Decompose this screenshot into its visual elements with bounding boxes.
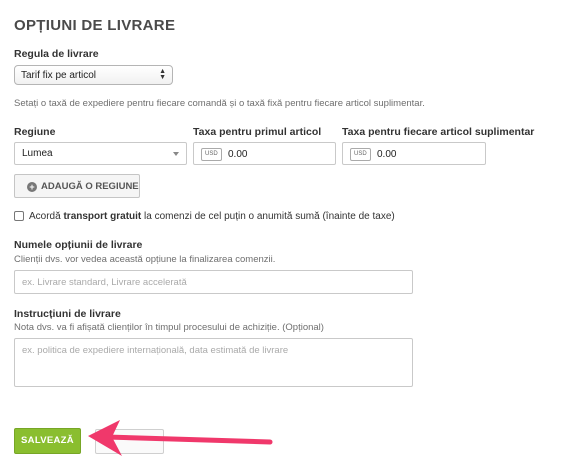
add-region-label: ADAUGĂ O REGIUNE	[41, 181, 139, 192]
instructions-placeholder: ex. politica de expediere internațională…	[22, 345, 289, 356]
currency-badge: USD	[201, 148, 222, 161]
option-name-label: Numele opțiunii de livrare	[14, 239, 143, 251]
option-name-input[interactable]: ex. Livrare standard, Livrare accelerată	[14, 270, 413, 294]
shipping-rule-value: Tarif fix pe articol	[21, 70, 97, 81]
plus-circle-icon: +	[27, 182, 37, 192]
option-name-placeholder: ex. Livrare standard, Livrare accelerată	[22, 277, 187, 288]
additional-item-rate-input[interactable]: USD 0.00	[342, 142, 486, 165]
first-item-rate-value: 0.00	[228, 149, 248, 160]
region-select[interactable]: Lumea	[14, 142, 187, 165]
instructions-textarea[interactable]: ex. politica de expediere internațională…	[14, 338, 413, 387]
instructions-help: Nota dvs. va fi afișată clienților în ti…	[14, 322, 324, 333]
free-shipping-checkbox[interactable]	[14, 211, 24, 221]
chevron-down-icon	[173, 152, 179, 156]
region-value: Lumea	[22, 148, 53, 159]
additional-item-rate-label: Taxa pentru fiecare articol suplimentar	[342, 126, 535, 138]
shipping-rule-select[interactable]: Tarif fix pe articol ▲ ▼	[14, 65, 173, 85]
shipping-rule-label: Regula de livrare	[14, 48, 99, 60]
currency-badge: USD	[350, 148, 371, 161]
additional-item-rate-value: 0.00	[377, 149, 397, 160]
option-name-help: Clienții dvs. vor vedea această opțiune …	[14, 254, 276, 265]
save-button[interactable]: SALVEAZĂ	[14, 428, 81, 454]
first-item-rate-input[interactable]: USD 0.00	[193, 142, 336, 165]
page-title: OPȚIUNI DE LIVRARE	[14, 17, 176, 34]
add-region-button[interactable]: + ADAUGĂ O REGIUNE	[14, 174, 140, 198]
region-label: Regiune	[14, 126, 56, 138]
free-shipping-label: Acordă transport gratuit la comenzi de c…	[29, 211, 395, 222]
first-item-rate-label: Taxa pentru primul articol	[193, 126, 322, 138]
select-arrows-icon: ▲ ▼	[159, 68, 166, 81]
shipping-rule-help: Setați o taxă de expediere pentru fiecar…	[14, 98, 425, 109]
pointer-arrow-icon	[88, 420, 273, 456]
instructions-label: Instrucțiuni de livrare	[14, 308, 121, 320]
